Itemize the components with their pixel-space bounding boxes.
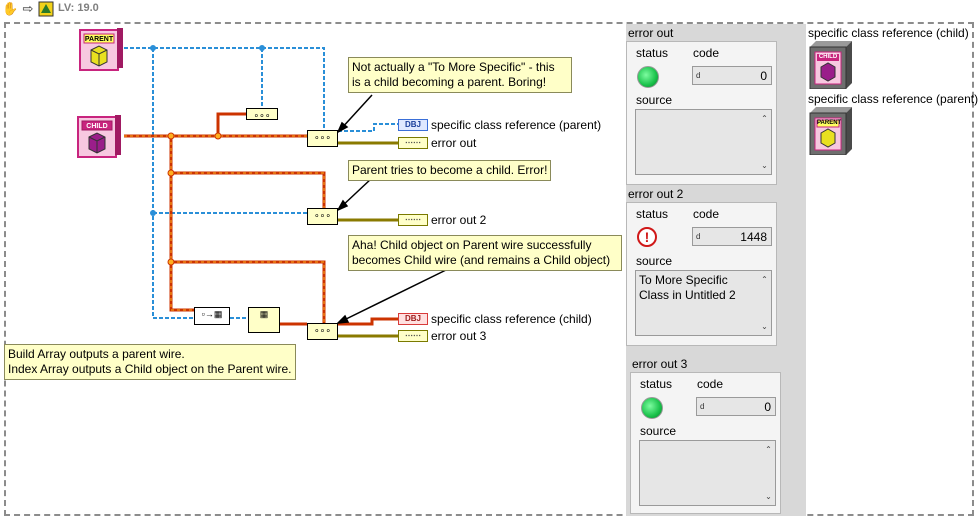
error-out-label: error out [431, 136, 477, 150]
chevron-up-icon: ⌃ [765, 445, 772, 454]
status-label: status [640, 377, 673, 391]
source-field[interactable]: ⌃ ⌄ [635, 109, 772, 175]
ref-child-fp-label: specific class reference (child) [808, 26, 969, 40]
ref-parent-fp-indicator[interactable]: PARENT [808, 107, 854, 156]
error-out-indicator[interactable]: ⋯⋯ error out [398, 136, 476, 150]
code-label: code [693, 207, 720, 221]
error-out-3-cluster: status code d 0 source ⌃ ⌄ [630, 372, 781, 514]
error-out-2-indicator[interactable]: ⋯⋯ error out 2 [398, 213, 486, 227]
error-out-2-cluster-label: error out 2 [628, 187, 684, 201]
object-terminal-icon: DBJ [398, 313, 428, 325]
source-field[interactable]: To More Specific Class in Untitled 2 ⌃ ⌄ [635, 270, 772, 336]
note-parent-to-child: Parent tries to become a child. Error! [348, 160, 552, 181]
status-ok-led-icon [641, 397, 663, 419]
error-out-3-label: error out 3 [431, 329, 487, 343]
code-field[interactable]: d 0 [696, 397, 776, 416]
source-field[interactable]: ⌃ ⌄ [639, 440, 776, 506]
to-more-specific-node-1[interactable]: ∘∘∘ [307, 130, 338, 147]
status-label: status [636, 46, 669, 60]
index-array-node[interactable]: ▦ [248, 307, 280, 333]
error-out-3-indicator[interactable]: ⋯⋯ error out 3 [398, 329, 486, 343]
parent-class-label: PARENT [84, 36, 114, 43]
source-scrollbar[interactable]: ⌃ ⌄ [759, 111, 770, 173]
child-class-label: CHILD [86, 123, 108, 130]
chevron-down-icon: ⌄ [765, 492, 772, 501]
ref-child-fp-indicator[interactable]: CHILD [808, 41, 854, 90]
source-label: source [636, 93, 673, 107]
chevron-up-icon: ⌃ [761, 114, 768, 123]
source-value: To More Specific Class in Untitled 2 [639, 273, 736, 302]
error-out-cluster: status code d 0 source ⌃ ⌄ [626, 41, 777, 185]
error-out-2-cluster: status code ! d 1448 source To More Spec… [626, 202, 777, 346]
status-ok-led-icon [637, 66, 659, 88]
build-array-node[interactable]: ▫→▦ [194, 307, 230, 325]
chevron-down-icon: ⌄ [761, 161, 768, 170]
status-label: status [636, 207, 669, 221]
parent-class-constant[interactable]: PARENT [79, 28, 123, 72]
source-label: source [636, 254, 673, 268]
ref-parent-indicator[interactable]: DBJ specific class reference (parent) [398, 118, 601, 132]
note-child-to-parent: Not actually a "To More Specific" - this… [348, 57, 572, 93]
code-value: 0 [760, 69, 767, 83]
object-terminal-icon: DBJ [398, 119, 428, 131]
code-value: 0 [764, 400, 771, 414]
error-cluster-icon: ⋯⋯ [398, 330, 428, 342]
ref-child-indicator[interactable]: DBJ specific class reference (child) [398, 312, 592, 326]
to-more-specific-node-3[interactable]: ∘∘∘ [307, 323, 338, 340]
code-label: code [693, 46, 720, 60]
code-field[interactable]: d 0 [692, 66, 772, 85]
status-error-icon: ! [637, 227, 657, 247]
to-more-specific-node-2[interactable]: ∘∘∘ [307, 208, 338, 225]
ref-parent-fp-label: specific class reference (parent) [808, 92, 979, 106]
source-label: source [640, 424, 677, 438]
source-scrollbar[interactable]: ⌃ ⌄ [763, 442, 774, 504]
code-value: 1448 [740, 230, 767, 244]
chevron-up-icon: ⌃ [761, 275, 768, 284]
code-field[interactable]: d 1448 [692, 227, 772, 246]
error-cluster-icon: ⋯⋯ [398, 137, 428, 149]
source-scrollbar[interactable]: ⌃ ⌄ [759, 272, 770, 334]
error-out-3-cluster-label: error out 3 [632, 357, 688, 371]
note-build-index-array: Build Array outputs a parent wire. Index… [4, 344, 296, 380]
ref-child-label: specific class reference (child) [431, 312, 592, 326]
chevron-down-icon: ⌄ [761, 322, 768, 331]
to-more-specific-node-top[interactable]: ∘∘∘ [246, 108, 278, 120]
code-label: code [697, 377, 724, 391]
error-out-2-label: error out 2 [431, 213, 487, 227]
ref-parent-label: specific class reference (parent) [431, 118, 602, 132]
child-class-constant[interactable]: CHILD [77, 115, 121, 159]
error-cluster-icon: ⋯⋯ [398, 214, 428, 226]
note-child-on-parent-wire: Aha! Child object on Parent wire success… [348, 235, 622, 271]
error-out-cluster-label: error out [628, 26, 674, 40]
